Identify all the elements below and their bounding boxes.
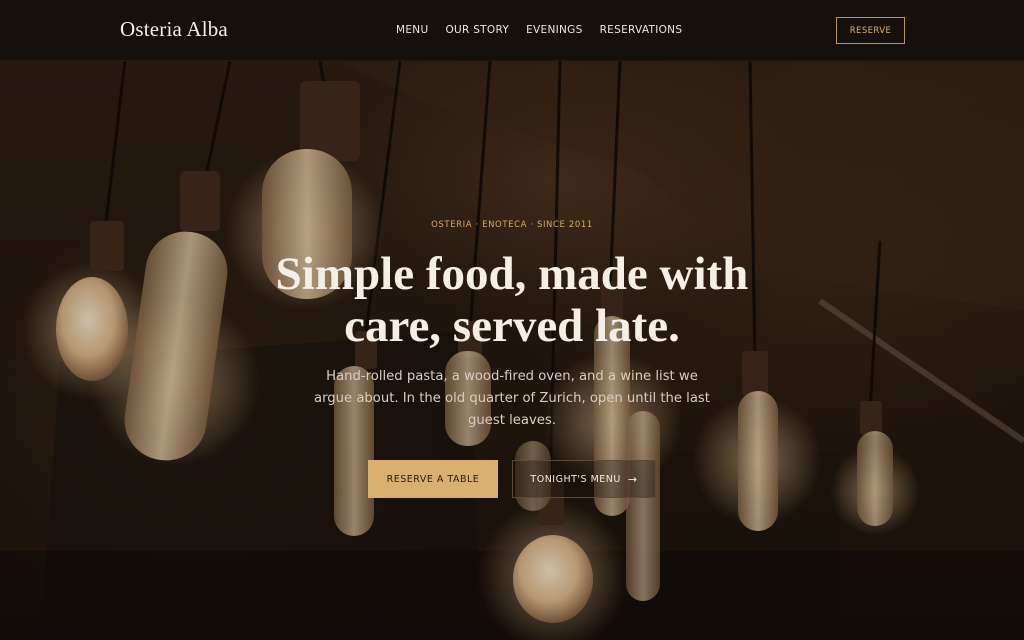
reserve-table-button[interactable]: RESERVE A TABLE [368, 460, 498, 498]
hero-headline-line-1: Simple food, made with [275, 248, 749, 300]
hero-eyebrow: OSTERIA · ENOTECA · SINCE 2011 [431, 220, 593, 230]
hero-headline: Simple food, made with care, served late… [262, 248, 762, 352]
tonights-menu-button[interactable]: TONIGHT'S MENU → [512, 460, 656, 498]
hero-subtext: Hand-rolled pasta, a wood-fired oven, an… [314, 369, 710, 428]
logo[interactable]: Osteria Alba [120, 17, 228, 42]
nav-link-menu[interactable]: MENU [396, 24, 428, 36]
reserve-button[interactable]: RESERVE [836, 17, 905, 44]
nav-link-reservations[interactable]: RESERVATIONS [600, 24, 683, 36]
hero-section: OSTERIA · ENOTECA · SINCE 2011 Simple fo… [0, 61, 1024, 640]
arrow-right-icon: → [627, 472, 638, 486]
hero-headline-line-2: care, served late. [344, 300, 680, 352]
tonights-menu-label: TONIGHT'S MENU [530, 473, 621, 485]
nav-link-evenings[interactable]: EVENINGS [526, 24, 582, 36]
nav-link-our-story[interactable]: OUR STORY [445, 24, 509, 36]
site-header: Osteria Alba MENU OUR STORY EVENINGS RES… [0, 0, 1024, 61]
main-nav: MENU OUR STORY EVENINGS RESERVATIONS [396, 24, 682, 36]
